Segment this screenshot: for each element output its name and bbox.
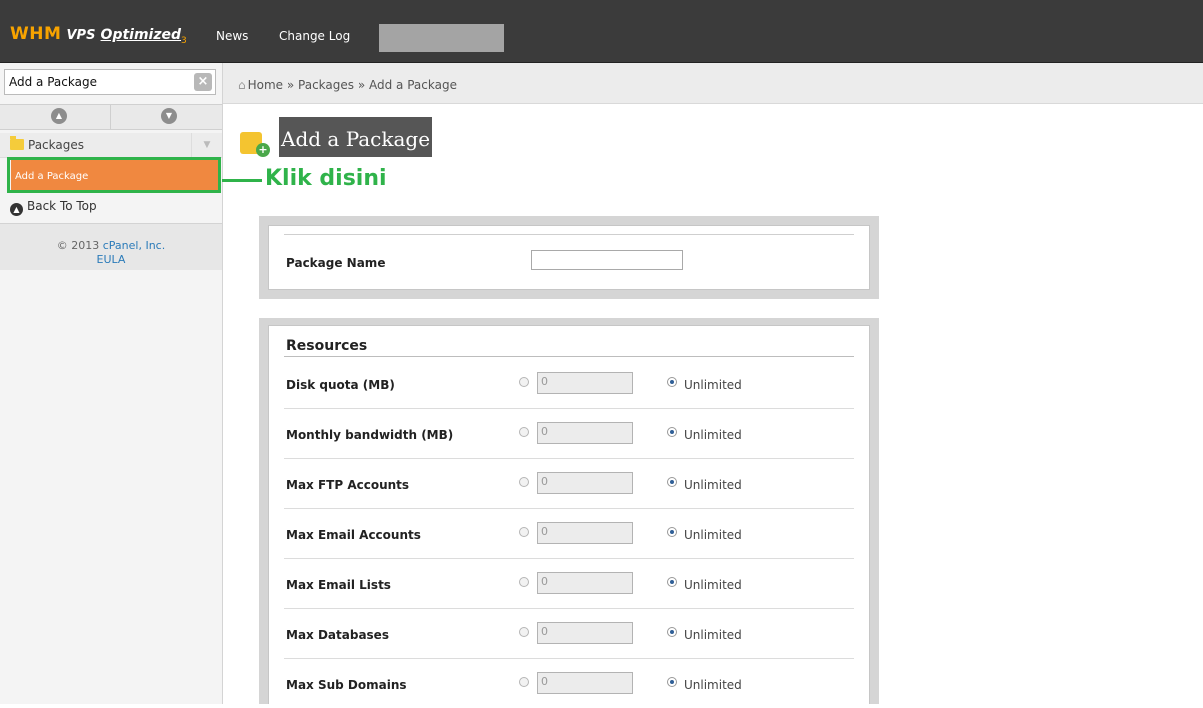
custom-value-radio[interactable]	[519, 527, 529, 537]
unlimited-label: Unlimited	[684, 528, 742, 542]
resource-row-max-email-lists: Max Email Lists 0 Unlimited	[284, 558, 854, 609]
arrow-up-circle-icon: ▲	[10, 203, 23, 216]
nav-news[interactable]: News	[216, 29, 248, 43]
package-name-section: Package Name	[268, 225, 870, 290]
unlimited-label: Unlimited	[684, 578, 742, 592]
resource-label: Max FTP Accounts	[286, 478, 410, 492]
category-label: Packages	[28, 138, 84, 152]
custom-value-radio[interactable]	[519, 427, 529, 437]
custom-value-radio[interactable]	[519, 577, 529, 587]
resource-value-input[interactable]: 0	[537, 622, 633, 644]
copyright: © 2013 cPanel, Inc.	[0, 239, 222, 252]
divider	[284, 356, 854, 357]
resource-label: Monthly bandwidth (MB)	[286, 428, 454, 442]
resources-section: Resources Disk quota (MB) 0 Unlimited Mo…	[268, 325, 870, 704]
logo-vps: VPS	[66, 28, 96, 43]
resource-row-disk-quota: Disk quota (MB) 0 Unlimited	[284, 358, 854, 409]
annotation-pointer-line	[222, 179, 262, 182]
copyright-year: © 2013	[56, 239, 100, 252]
folder-icon	[10, 136, 24, 150]
divider	[284, 234, 854, 235]
resources-panel: Resources Disk quota (MB) 0 Unlimited Mo…	[259, 318, 879, 704]
resource-label: Max Email Accounts	[286, 528, 421, 542]
unlimited-radio[interactable]	[667, 627, 677, 637]
redacted-nav-item	[379, 24, 504, 52]
sidebar-scroll-controls: ▲ ▼	[0, 104, 222, 130]
unlimited-radio[interactable]	[667, 427, 677, 437]
resource-value-input[interactable]: 0	[537, 672, 633, 694]
clear-search-icon[interactable]: ×	[194, 73, 212, 91]
back-to-top-label: Back To Top	[27, 199, 97, 213]
annotation-text: Klik disini	[265, 166, 387, 191]
page-title: Add a Package	[279, 117, 433, 157]
add-plus-icon: +	[256, 143, 270, 157]
package-name-input[interactable]	[531, 250, 683, 270]
unlimited-radio[interactable]	[667, 527, 677, 537]
sidebar: × ▲ ▼ Packages ▼ Add a Package ▲Back To …	[0, 63, 223, 704]
resource-value-input[interactable]: 0	[537, 572, 633, 594]
resources-title: Resources	[286, 338, 368, 354]
resource-label: Max Email Lists	[286, 578, 391, 592]
resource-value-input[interactable]: 0	[537, 372, 633, 394]
logo-whm: WHM	[10, 24, 62, 44]
resource-value-input[interactable]: 0	[537, 472, 633, 494]
unlimited-radio[interactable]	[667, 377, 677, 387]
eula-link[interactable]: EULA	[0, 253, 222, 266]
sidebar-category-packages[interactable]: Packages ▼	[0, 133, 222, 158]
annotation-highlight-box	[7, 157, 221, 193]
resource-row-monthly-bandwidth: Monthly bandwidth (MB) 0 Unlimited	[284, 408, 854, 459]
scroll-up-icon[interactable]: ▲	[51, 108, 67, 124]
unlimited-label: Unlimited	[684, 628, 742, 642]
sidebar-footer: © 2013 cPanel, Inc. EULA	[0, 223, 222, 270]
unlimited-label: Unlimited	[684, 378, 742, 392]
unlimited-label: Unlimited	[684, 478, 742, 492]
collapse-icon[interactable]: ▼	[191, 133, 222, 157]
top-bar: WHM VPS Optimized3 News Change Log	[0, 0, 1203, 63]
resource-value-input[interactable]: 0	[537, 422, 633, 444]
unlimited-radio[interactable]	[667, 477, 677, 487]
scroll-down-icon[interactable]: ▼	[161, 108, 177, 124]
resource-row-max-email-accounts: Max Email Accounts 0 Unlimited	[284, 508, 854, 559]
unlimited-label: Unlimited	[684, 678, 742, 692]
home-icon[interactable]: ⌂	[238, 78, 246, 92]
package-name-panel: Package Name	[259, 216, 879, 299]
custom-value-radio[interactable]	[519, 677, 529, 687]
nav-change-log[interactable]: Change Log	[279, 29, 350, 43]
resource-row-max-databases: Max Databases 0 Unlimited	[284, 608, 854, 659]
resource-label: Max Databases	[286, 628, 389, 642]
resource-label: Disk quota (MB)	[286, 378, 395, 392]
resource-row-max-ftp-accounts: Max FTP Accounts 0 Unlimited	[284, 458, 854, 509]
search-input[interactable]	[9, 74, 189, 90]
resource-label: Max Sub Domains	[286, 678, 407, 692]
unlimited-label: Unlimited	[684, 428, 742, 442]
custom-value-radio[interactable]	[519, 627, 529, 637]
sidebar-search: ×	[4, 69, 216, 95]
unlimited-radio[interactable]	[667, 577, 677, 587]
logo-optimized: Optimized	[100, 27, 182, 43]
package-name-label: Package Name	[286, 256, 386, 270]
back-to-top-link[interactable]: ▲ Back To Top	[10, 199, 97, 216]
custom-value-radio[interactable]	[519, 377, 529, 387]
resource-value-input[interactable]: 0	[537, 522, 633, 544]
divider	[110, 105, 111, 129]
breadcrumb-text[interactable]: Home » Packages » Add a Package	[248, 78, 457, 92]
breadcrumb-bar: ⌂ Home » Packages » Add a Package	[223, 63, 1203, 104]
breadcrumb: ⌂ Home » Packages » Add a Package	[238, 78, 457, 92]
cpanel-link[interactable]: cPanel, Inc.	[103, 239, 165, 252]
resource-row-max-sub-domains: Max Sub Domains 0 Unlimited	[284, 658, 854, 708]
custom-value-radio[interactable]	[519, 477, 529, 487]
whm-logo[interactable]: WHM VPS Optimized3	[10, 24, 187, 46]
package-icon: +	[240, 132, 270, 157]
unlimited-radio[interactable]	[667, 677, 677, 687]
logo-version: 3	[181, 36, 187, 47]
